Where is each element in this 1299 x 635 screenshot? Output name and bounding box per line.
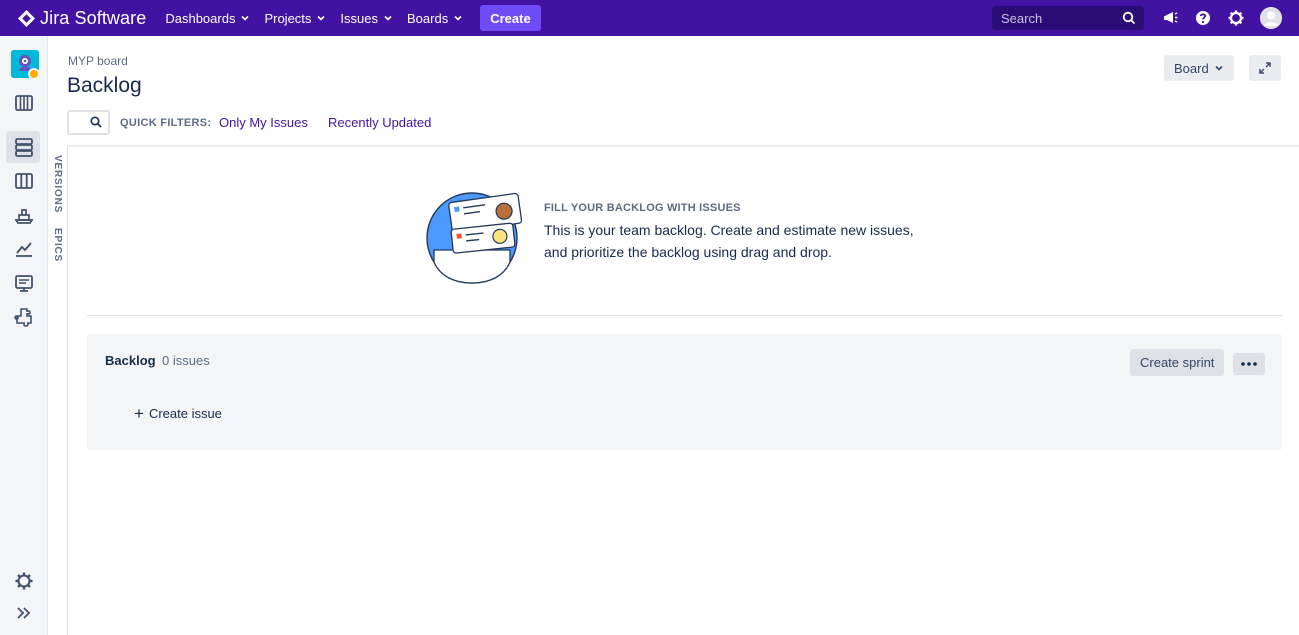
chevron-down-icon	[454, 15, 462, 21]
chevron-down-icon	[317, 15, 325, 21]
search-icon[interactable]	[1122, 11, 1136, 25]
board-view-label: Board	[1174, 60, 1209, 76]
tab-epics[interactable]: EPICS	[52, 228, 63, 262]
jira-logo[interactable]: Jira Software	[18, 8, 146, 29]
expand-sidebar-icon[interactable]	[13, 602, 35, 624]
nav-boards[interactable]: Boards	[400, 4, 470, 32]
create-issue-label: Create issue	[148, 406, 222, 421]
project-sidebar	[0, 36, 48, 635]
quick-filter-search[interactable]	[67, 110, 110, 135]
nav-projects-label: Projects	[264, 10, 312, 26]
breadcrumb[interactable]: MYP board	[68, 54, 128, 68]
nav-dashboards-label: Dashboards	[165, 10, 236, 26]
content-divider	[87, 315, 1282, 316]
backlog-title: Backlog	[105, 353, 156, 368]
more-icon	[1241, 362, 1257, 366]
header-divider	[68, 145, 1299, 147]
board-view-button[interactable]: Board	[1164, 55, 1234, 81]
reports-icon[interactable]	[13, 238, 35, 260]
search-box	[992, 6, 1144, 30]
project-settings-icon[interactable]	[13, 570, 35, 592]
user-avatar-icon	[1260, 7, 1282, 29]
empty-state-line-2: and prioritize the backlog using drag an…	[544, 244, 832, 260]
side-panel-tabs: VERSIONS EPICS	[48, 145, 68, 635]
help-icon[interactable]	[1194, 9, 1212, 27]
filter-only-my-issues[interactable]: Only My Issues	[219, 115, 308, 130]
create-sprint-button[interactable]: Create sprint	[1130, 349, 1225, 376]
top-navigation: Jira Software Dashboards Projects Issues…	[0, 0, 1299, 36]
more-actions-button[interactable]	[1233, 353, 1265, 375]
tab-versions[interactable]: VERSIONS	[52, 155, 63, 213]
add-item-icon[interactable]	[13, 306, 35, 328]
board-icon[interactable]	[13, 170, 35, 192]
notifications-icon[interactable]	[1162, 9, 1180, 27]
backlog-container: Backlog 0 issues Create sprint + Create …	[87, 334, 1282, 450]
search-input[interactable]	[992, 10, 1112, 26]
filter-recently-updated[interactable]: Recently Updated	[328, 115, 431, 130]
nav-issues-label: Issues	[340, 10, 378, 26]
issues-icon[interactable]	[13, 273, 35, 295]
nav-issues[interactable]: Issues	[333, 4, 400, 32]
page-title: Backlog	[67, 74, 142, 97]
empty-state-heading: FILL YOUR BACKLOG WITH ISSUES	[544, 202, 741, 214]
search-icon	[90, 116, 102, 128]
fullscreen-button[interactable]	[1249, 55, 1281, 81]
empty-state-text: This is your team backlog. Create and es…	[544, 219, 944, 263]
backlog-icon[interactable]	[13, 136, 35, 158]
releases-icon[interactable]	[13, 204, 35, 226]
create-button[interactable]: Create	[480, 5, 541, 31]
chevron-down-icon	[384, 15, 392, 21]
roadmap-icon[interactable]	[13, 92, 35, 114]
settings-icon[interactable]	[1227, 9, 1245, 27]
empty-backlog-illustration	[426, 192, 523, 284]
plus-icon: +	[134, 403, 144, 423]
nav-boards-label: Boards	[407, 10, 449, 26]
create-issue-button[interactable]: + Create issue	[134, 403, 222, 423]
product-name: Jira Software	[40, 7, 147, 28]
user-avatar[interactable]	[1260, 7, 1282, 29]
nav-menu: Dashboards Projects Issues Boards Create	[158, 4, 541, 32]
chevron-down-icon	[1215, 65, 1223, 71]
nav-dashboards[interactable]: Dashboards	[158, 4, 257, 32]
empty-state-line-1: This is your team backlog. Create and es…	[544, 222, 914, 238]
chevron-down-icon	[241, 15, 250, 21]
nav-projects[interactable]: Projects	[257, 4, 333, 32]
expand-icon	[1259, 62, 1271, 74]
backlog-issue-count: 0 issues	[162, 353, 210, 368]
jira-logo-icon	[18, 9, 35, 27]
quick-filters-label: QUICK FILTERS:	[120, 117, 212, 129]
project-status-badge	[28, 68, 40, 80]
